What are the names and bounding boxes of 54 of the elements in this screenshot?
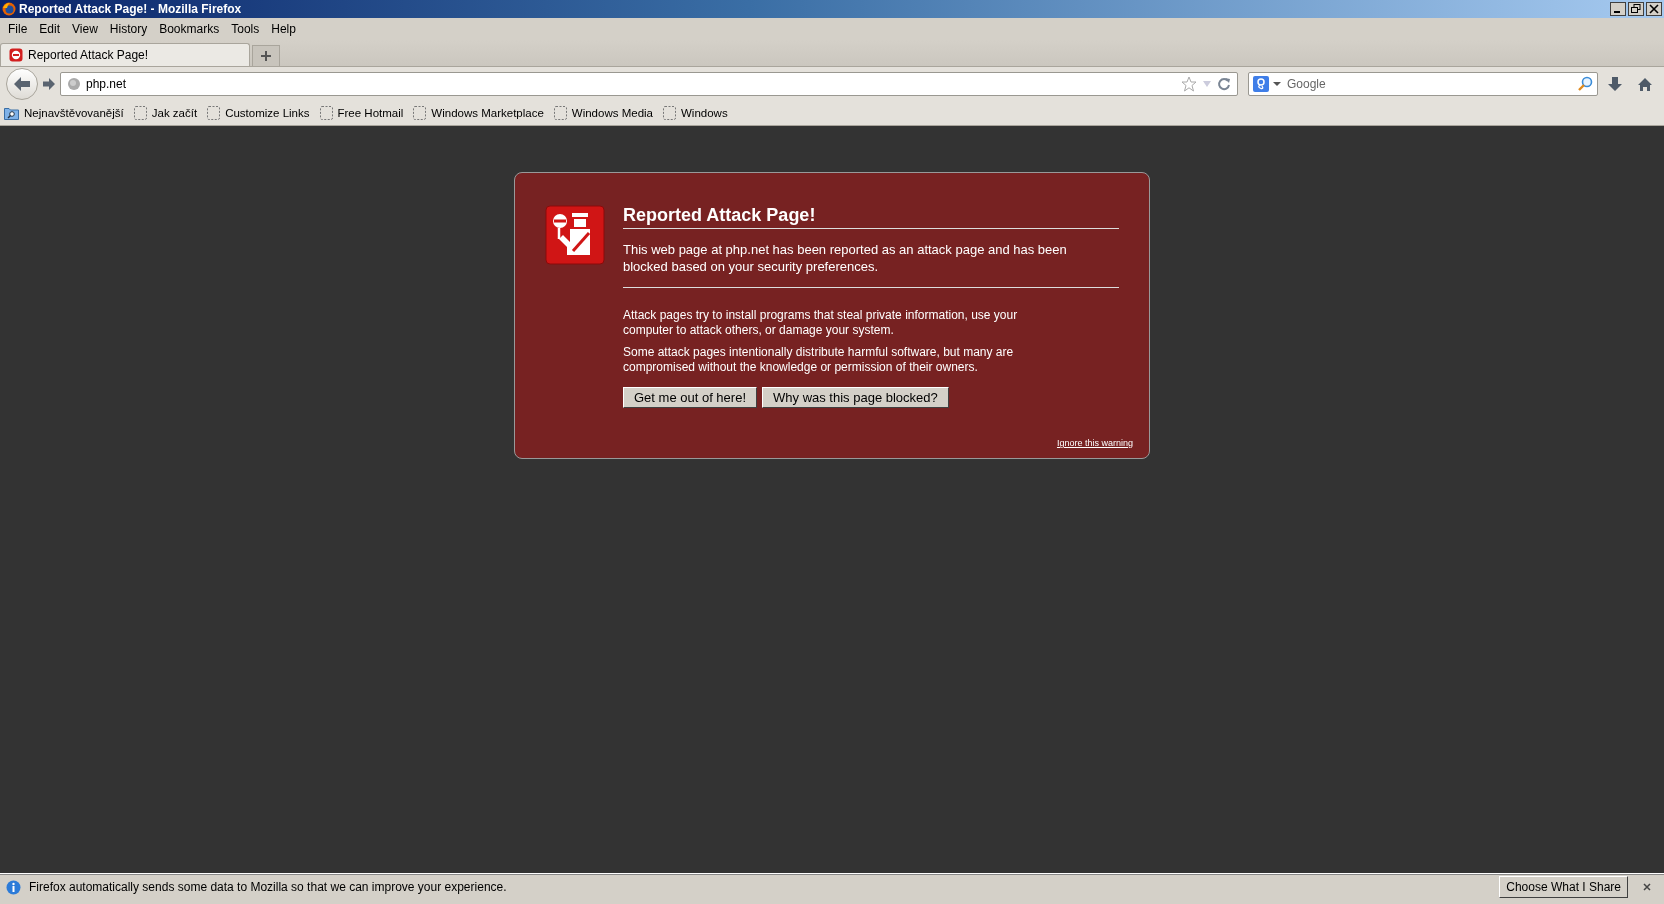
warning-button[interactable]: Why was this page blocked? bbox=[762, 387, 949, 408]
home-icon[interactable] bbox=[1637, 76, 1653, 92]
menu-item[interactable]: History bbox=[103, 20, 154, 38]
close-icon[interactable] bbox=[1646, 2, 1662, 16]
browser-tab[interactable]: Reported Attack Page! bbox=[0, 43, 250, 66]
page-outline-icon bbox=[553, 106, 567, 120]
bookmark-link[interactable]: Free Hotmail bbox=[337, 107, 404, 119]
bookmark-link[interactable]: Customize Links bbox=[225, 107, 310, 119]
warning-paragraph: Attack pages try to install programs that steal private information, use your computer to attack others, or damage your system. bbox=[623, 308, 1019, 337]
close-icon[interactable] bbox=[1642, 882, 1652, 892]
search-icon[interactable] bbox=[1577, 76, 1593, 92]
download-arrow-icon[interactable] bbox=[1608, 76, 1622, 92]
warning-title: Reported Attack Page! bbox=[623, 205, 1119, 229]
menu-item[interactable]: File bbox=[2, 20, 34, 38]
tab-title: Reported Attack Page! bbox=[28, 48, 149, 62]
warning-paragraph: Some attack pages intentionally distribute harmful software, but many are compromised without the knowledge or permission of their owners. bbox=[623, 345, 1015, 374]
back-arrow-icon bbox=[13, 76, 31, 92]
menu-item[interactable]: Edit bbox=[33, 20, 67, 38]
plus-icon bbox=[260, 50, 272, 62]
police-officer-icon bbox=[545, 205, 605, 265]
bookmark-link[interactable]: Windows Media bbox=[571, 107, 653, 119]
window-title: Reported Attack Page! - Mozilla Firefox bbox=[19, 2, 243, 16]
globe-icon bbox=[67, 77, 81, 91]
page-outline-icon bbox=[319, 106, 333, 120]
page-outline-icon bbox=[133, 106, 147, 120]
menu-item[interactable]: Bookmarks bbox=[153, 20, 226, 38]
bookmark-link[interactable]: Nejnavštěvovanější bbox=[24, 107, 124, 119]
page-outline-icon bbox=[413, 106, 427, 120]
reload-icon[interactable] bbox=[1217, 77, 1231, 91]
warning-message: This web page at php.net has been reported as an attack page and has been blocked based on your security preferences. bbox=[623, 241, 1119, 288]
back-button[interactable] bbox=[6, 68, 38, 100]
stop-sign-icon bbox=[9, 48, 23, 62]
menu-item[interactable]: View bbox=[66, 20, 104, 38]
bookmark-link[interactable]: Jak začít bbox=[151, 107, 198, 119]
search-bar[interactable]: Google bbox=[1248, 72, 1598, 96]
address-bar[interactable]: php.net bbox=[60, 72, 1238, 96]
forward-icon[interactable] bbox=[42, 77, 56, 91]
menu-item[interactable]: Tools bbox=[225, 20, 266, 38]
warning-button[interactable]: Get me out of here! bbox=[623, 387, 757, 408]
folder-search-icon bbox=[4, 106, 19, 120]
dropdown-icon[interactable] bbox=[1273, 81, 1281, 87]
bookmark-link[interactable]: Windows Marketplace bbox=[431, 107, 544, 119]
page-outline-icon bbox=[207, 106, 221, 120]
menu-item[interactable]: Help bbox=[265, 20, 302, 38]
new-tab-button[interactable] bbox=[252, 45, 280, 66]
info-icon bbox=[6, 879, 21, 895]
choose-what-i-share-button[interactable]: Choose What I Share bbox=[1499, 876, 1628, 898]
star-icon[interactable] bbox=[1181, 76, 1197, 92]
ignore-warning-link[interactable]: Ignore this warning bbox=[1056, 438, 1133, 448]
restore-icon[interactable] bbox=[1628, 2, 1644, 16]
page-outline-icon bbox=[663, 106, 676, 120]
bookmark-link[interactable]: Windows bbox=[681, 107, 728, 119]
notification-message: Firefox automatically sends some data to Mozilla so that we can improve your experience. bbox=[29, 880, 508, 894]
minimize-icon[interactable] bbox=[1610, 2, 1626, 16]
